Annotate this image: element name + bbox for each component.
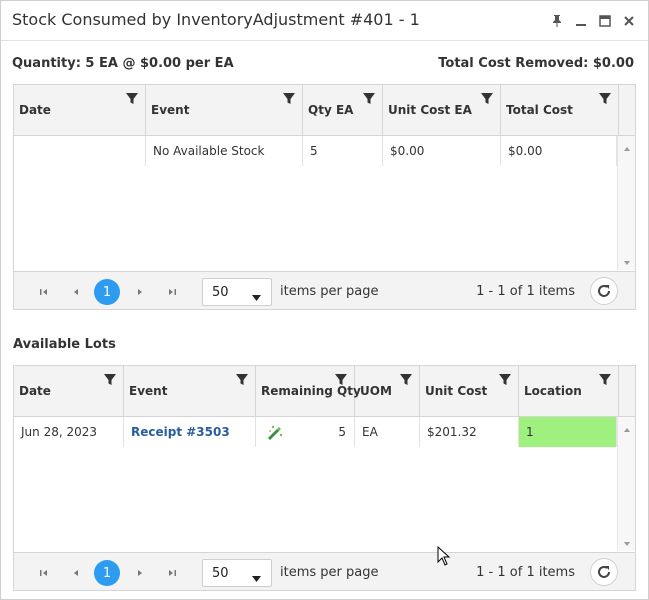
page-size-select[interactable]: 50 (202, 559, 272, 587)
consumed-grid-pager: 1 50 items per page 1 - 1 of 1 items (14, 271, 635, 309)
refresh-icon[interactable] (590, 277, 618, 305)
column-header-location[interactable]: Location (519, 366, 619, 416)
first-page-icon[interactable] (31, 560, 57, 586)
chevron-down-icon (252, 290, 261, 304)
previous-page-icon[interactable] (63, 279, 89, 305)
lots-grid-header: Date Event Remaining Qty UOM Unit Cost L… (14, 366, 635, 417)
items-per-page-label: items per page (280, 284, 379, 299)
previous-page-icon[interactable] (63, 560, 89, 586)
filter-icon[interactable] (334, 373, 348, 387)
next-page-icon[interactable] (127, 279, 153, 305)
cell-event: Receipt #3503 (124, 417, 256, 447)
pin-icon[interactable] (547, 11, 567, 31)
title-bar: Stock Consumed by InventoryAdjustment #4… (1, 1, 648, 41)
first-page-icon[interactable] (31, 279, 57, 305)
cell-remaining-qty: 5 (256, 417, 355, 447)
current-page-button[interactable]: 1 (94, 560, 120, 586)
filter-icon[interactable] (282, 92, 296, 106)
cell-total-cost: $0.00 (501, 136, 617, 166)
filter-icon[interactable] (498, 373, 512, 387)
pager-info: 1 - 1 of 1 items (476, 565, 575, 580)
cell-location[interactable]: 1 (519, 417, 617, 447)
column-header-event[interactable]: Event (124, 366, 256, 416)
consumed-grid: Date Event Qty EA Unit Cost EA Total Cos… (13, 84, 636, 310)
cell-date (14, 136, 146, 166)
chevron-down-icon (252, 571, 261, 585)
column-label: Unit Cost EA (388, 103, 472, 117)
column-label: Location (524, 384, 582, 398)
filter-icon[interactable] (480, 92, 494, 106)
minimize-icon[interactable] (571, 11, 591, 31)
next-page-icon[interactable] (127, 560, 153, 586)
column-label: Date (19, 103, 51, 117)
page-size-select[interactable]: 50 (202, 278, 272, 306)
column-header-uom[interactable]: UOM (355, 366, 420, 416)
last-page-icon[interactable] (159, 279, 185, 305)
column-label: Unit Cost (425, 384, 488, 398)
filter-icon[interactable] (125, 92, 139, 106)
column-header-event[interactable]: Event (146, 85, 303, 135)
cell-event: No Available Stock (146, 136, 303, 166)
cell-unit-cost: $201.32 (420, 417, 519, 447)
column-label: Event (129, 384, 168, 398)
page-size-value: 50 (212, 566, 229, 581)
filter-icon[interactable] (399, 373, 413, 387)
cell-uom: EA (355, 417, 420, 447)
available-lots-title: Available Lots (13, 337, 116, 352)
cell-qty: 5 (303, 136, 383, 166)
filter-icon[interactable] (598, 92, 612, 106)
current-page-button[interactable]: 1 (94, 279, 120, 305)
refresh-icon[interactable] (590, 558, 618, 586)
lots-grid-pager: 1 50 items per page 1 - 1 of 1 items (14, 552, 635, 590)
vertical-scrollbar[interactable] (617, 136, 635, 270)
items-per-page-label: items per page (280, 565, 379, 580)
column-header-date[interactable]: Date (14, 366, 124, 416)
window-title: Stock Consumed by InventoryAdjustment #4… (12, 10, 420, 29)
table-row[interactable]: Jun 28, 2023 Receipt #3503 5 EA $201.32 … (14, 417, 617, 447)
table-row[interactable]: No Available Stock 5 $0.00 $0.00 (14, 136, 617, 166)
column-header-unit-cost[interactable]: Unit Cost (420, 366, 519, 416)
last-page-icon[interactable] (159, 560, 185, 586)
column-label: Qty EA (308, 103, 354, 117)
filter-icon[interactable] (103, 373, 117, 387)
filter-icon[interactable] (235, 373, 249, 387)
magic-wand-icon[interactable] (266, 423, 284, 444)
cell-unit-cost: $0.00 (383, 136, 501, 166)
remaining-qty-value: 5 (338, 425, 346, 439)
quantity-summary: Quantity: 5 EA @ $0.00 per EA (12, 56, 234, 71)
column-label: UOM (360, 384, 392, 398)
column-label: Event (151, 103, 190, 117)
page-size-value: 50 (212, 285, 229, 300)
scroll-up-icon[interactable] (622, 142, 632, 151)
column-header-qty[interactable]: Qty EA (303, 85, 383, 135)
pager-info: 1 - 1 of 1 items (476, 284, 575, 299)
stock-consumed-window: Stock Consumed by InventoryAdjustment #4… (0, 0, 649, 600)
column-header-total-cost[interactable]: Total Cost (501, 85, 619, 135)
scroll-down-icon[interactable] (622, 537, 632, 546)
column-header-remaining-qty[interactable]: Remaining Qty (256, 366, 361, 416)
mouse-pointer-icon (437, 545, 451, 569)
vertical-scrollbar[interactable] (617, 417, 635, 551)
lots-grid: Date Event Remaining Qty UOM Unit Cost L… (13, 365, 636, 591)
maximize-icon[interactable] (595, 11, 615, 31)
filter-icon[interactable] (598, 373, 612, 387)
receipt-link[interactable]: Receipt #3503 (131, 425, 230, 439)
consumed-grid-header: Date Event Qty EA Unit Cost EA Total Cos… (14, 85, 635, 136)
close-icon[interactable] (619, 11, 639, 31)
cell-date: Jun 28, 2023 (14, 417, 124, 447)
column-label: Date (19, 384, 51, 398)
total-cost-removed: Total Cost Removed: $0.00 (438, 56, 634, 71)
scroll-up-icon[interactable] (622, 423, 632, 432)
column-label: Total Cost (506, 103, 573, 117)
column-header-unit-cost[interactable]: Unit Cost EA (383, 85, 501, 135)
column-header-date[interactable]: Date (14, 85, 146, 135)
filter-icon[interactable] (362, 92, 376, 106)
scroll-down-icon[interactable] (622, 256, 632, 265)
